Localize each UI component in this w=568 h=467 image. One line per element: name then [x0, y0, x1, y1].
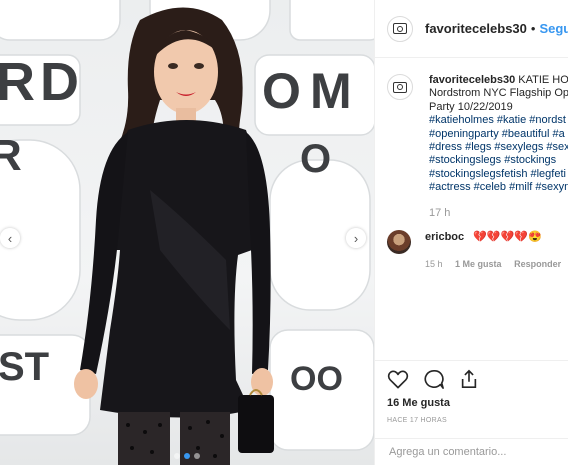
caption-line: KATIE HOLM — [518, 74, 568, 86]
comment-button[interactable] — [423, 369, 445, 389]
post-header: favoritecelebs30 • Seguir — [375, 0, 568, 58]
caption-line: Party 10/22/2019 — [429, 100, 513, 113]
post-time-ago[interactable]: HACE 17 HORAS — [387, 417, 447, 424]
comment-item: ericboc 💔💔💔💔😍 15 h 1 Me gusta Responder — [387, 230, 568, 269]
chevron-right-icon: › — [353, 230, 359, 246]
svg-text:R: R — [0, 131, 22, 180]
share-button[interactable] — [459, 369, 479, 389]
caption-time[interactable]: 17 h — [429, 207, 568, 220]
svg-text:O: O — [300, 137, 331, 181]
separator-dot: • — [530, 21, 536, 36]
svg-text:ST: ST — [0, 345, 49, 389]
caption-row: favoritecelebs30 KATIE HOLM Nordstrom NY… — [387, 74, 568, 220]
post-side-panel: favoritecelebs30 • Seguir favoritecelebs… — [374, 0, 568, 465]
carousel-dot-active[interactable] — [184, 453, 190, 459]
add-comment-bar — [375, 438, 568, 467]
caption-text: favoritecelebs30 KATIE HOLM Nordstrom NY… — [429, 74, 568, 220]
comment-meta: 15 h 1 Me gusta Responder — [425, 259, 568, 269]
caption-avatar[interactable] — [387, 74, 413, 100]
hashtag-line[interactable]: #actress #celeb #milf #sexyn — [429, 181, 568, 194]
svg-text:O: O — [262, 63, 301, 119]
svg-text:OO: OO — [290, 360, 343, 398]
action-icons — [387, 369, 479, 389]
next-photo-button[interactable]: › — [346, 228, 366, 248]
follow-button[interactable]: Seguir — [539, 21, 568, 36]
camera-icon — [393, 23, 407, 34]
hashtag-line[interactable]: #katieholmes #katie #nordst — [429, 114, 568, 127]
comments-list[interactable]: favoritecelebs30 KATIE HOLM Nordstrom NY… — [375, 58, 568, 360]
user-avatar[interactable] — [387, 15, 413, 42]
caption-username[interactable]: favoritecelebs30 — [429, 74, 515, 86]
carousel-dot[interactable] — [194, 453, 200, 459]
comment-text: 💔💔💔💔😍 — [473, 231, 542, 243]
comment-username[interactable]: ericboc — [425, 231, 464, 243]
carousel-dots — [0, 453, 374, 459]
post-username[interactable]: favoritecelebs30 — [425, 21, 527, 36]
reply-button[interactable]: Responder — [514, 259, 561, 269]
svg-text:M: M — [310, 63, 352, 119]
comment-input[interactable] — [387, 445, 561, 459]
chevron-left-icon: ‹ — [7, 230, 13, 246]
previous-photo-button[interactable]: ‹ — [0, 228, 20, 248]
comment-likes[interactable]: 1 Me gusta — [455, 259, 502, 269]
camera-icon — [393, 81, 407, 93]
post-photo[interactable]: R D O M R O ST OO ‹ › — [0, 0, 374, 465]
comment-body: ericboc 💔💔💔💔😍 15 h 1 Me gusta Responder — [425, 230, 568, 269]
svg-text:D: D — [40, 52, 79, 112]
svg-text:R: R — [0, 52, 35, 112]
hashtag-line[interactable]: #dress #legs #sexylegs #sex — [429, 141, 568, 154]
hashtag-line[interactable]: #openingparty #beautiful #a — [429, 128, 568, 141]
post-actions: 16 Me gusta HACE 17 HORAS — [375, 360, 568, 466]
comment-icon — [424, 369, 444, 389]
commenter-avatar[interactable] — [387, 230, 411, 254]
carousel-dot[interactable] — [174, 453, 180, 459]
comment-time[interactable]: 15 h — [425, 259, 443, 269]
hashtag-line[interactable]: #stockingslegs #stockings — [429, 154, 568, 167]
like-button[interactable] — [387, 369, 409, 389]
likes-count[interactable]: 16 Me gusta — [387, 397, 450, 409]
hashtag-line[interactable]: #stockingslegsfetish #legfeti — [429, 168, 568, 181]
caption-line: Nordstrom NYC Flagship Ope — [429, 87, 568, 100]
share-icon — [461, 369, 477, 388]
heart-icon — [387, 370, 409, 389]
photo-illustration: R D O M R O ST OO — [0, 0, 374, 465]
